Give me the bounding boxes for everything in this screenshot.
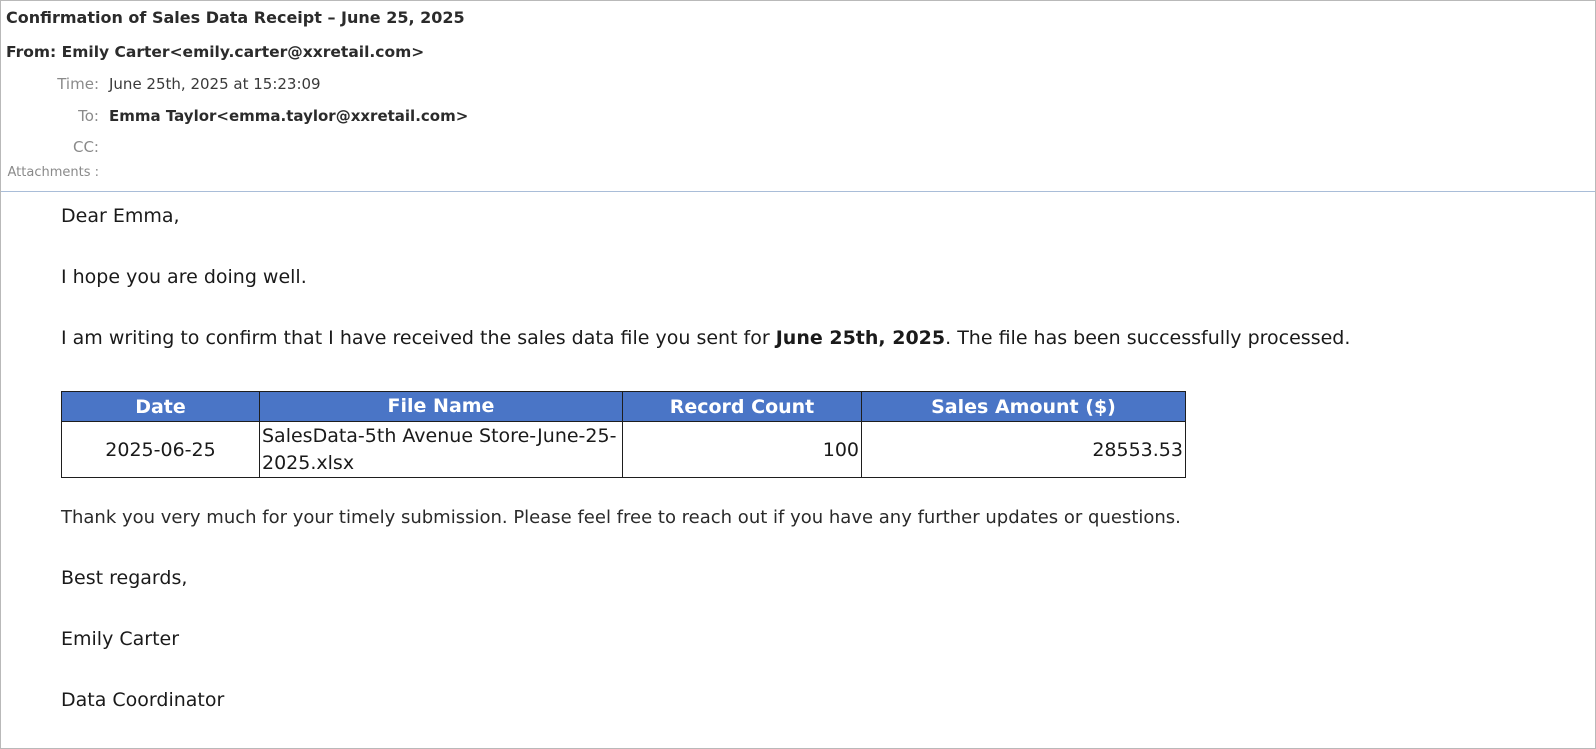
email-subject: Confirmation of Sales Data Receipt – Jun… bbox=[6, 8, 465, 27]
email-body: Dear Emma, I hope you are doing well. I … bbox=[61, 191, 1595, 748]
cell-record-count: 100 bbox=[622, 421, 862, 478]
time-value: June 25th, 2025 at 15:23:09 bbox=[109, 75, 321, 93]
hope-line: I hope you are doing well. bbox=[61, 266, 307, 288]
sales-data-table: Date File Name Record Count Sales Amount… bbox=[61, 391, 1186, 478]
cell-date: 2025-06-25 bbox=[61, 421, 260, 478]
cell-file-name: SalesData-5th Avenue Store-June-25-2025.… bbox=[259, 421, 623, 478]
email-view: Confirmation of Sales Data Receipt – Jun… bbox=[0, 0, 1596, 749]
confirm-line: I am writing to confirm that I have rece… bbox=[61, 327, 1350, 349]
to-value[interactable]: Emma Taylor<emma.taylor@xxretail.com> bbox=[109, 107, 468, 125]
email-from: From: Emily Carter<emily.carter@xxretail… bbox=[6, 43, 424, 61]
thanks-line: Thank you very much for your timely subm… bbox=[61, 507, 1181, 528]
regards-line: Best regards, bbox=[61, 567, 188, 589]
header-sales-amount: Sales Amount ($) bbox=[861, 391, 1186, 422]
greeting: Dear Emma, bbox=[61, 205, 180, 227]
confirm-text-post: . The file has been successfully process… bbox=[945, 327, 1351, 349]
header-file-name: File Name bbox=[259, 391, 623, 422]
table-header-row: Date File Name Record Count Sales Amount… bbox=[61, 391, 1186, 422]
from-value[interactable]: Emily Carter<emily.carter@xxretail.com> bbox=[62, 43, 425, 61]
cc-label: CC: bbox=[72, 138, 99, 156]
confirm-date: June 25th, 2025 bbox=[775, 327, 946, 349]
table-row: 2025-06-25 SalesData-5th Avenue Store-Ju… bbox=[61, 421, 1186, 478]
to-label: To: bbox=[78, 107, 99, 125]
cell-sales-amount: 28553.53 bbox=[861, 421, 1186, 478]
from-label: From: bbox=[6, 43, 57, 61]
header-date: Date bbox=[61, 391, 260, 422]
signature-title: Data Coordinator bbox=[61, 689, 225, 711]
time-label: Time: bbox=[57, 75, 99, 93]
header-record-count: Record Count bbox=[622, 391, 862, 422]
confirm-text-pre: I am writing to confirm that I have rece… bbox=[61, 327, 776, 349]
email-header: Confirmation of Sales Data Receipt – Jun… bbox=[1, 1, 1595, 192]
signature-name: Emily Carter bbox=[61, 628, 180, 650]
attachments-label: Attachments : bbox=[7, 165, 100, 180]
